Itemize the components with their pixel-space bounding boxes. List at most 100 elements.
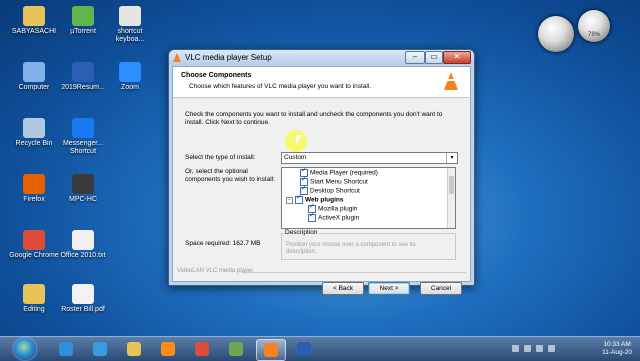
desktop-icon-label: Recycle Bin — [15, 140, 53, 147]
meter-value: 78% — [587, 32, 600, 38]
recycle-bin-icon — [23, 118, 45, 138]
taskbar-item[interactable] — [188, 339, 216, 359]
desktop-icon-1[interactable]: µTorrent — [57, 6, 109, 36]
install-type-label: Select the type of install: — [185, 154, 256, 161]
component-label: Desktop Shortcut — [310, 187, 360, 195]
wizard-body: Choose Components Choose which features … — [172, 66, 471, 295]
desktop-icon-label: MPC-HC — [69, 196, 97, 203]
start-button[interactable] — [14, 338, 36, 360]
chrome-icon — [23, 230, 45, 250]
taskbar-item[interactable] — [222, 339, 250, 359]
folder-icon — [127, 342, 141, 356]
cpu-meter-gadget[interactable] — [538, 16, 574, 52]
messenger-icon — [72, 118, 94, 138]
chevron-down-icon[interactable]: ▾ — [446, 153, 457, 163]
tray-arrow-icon[interactable] — [512, 345, 519, 352]
desktop-icon-label: Editing — [23, 306, 45, 313]
component-item[interactable]: Mozilla plugin — [308, 203, 357, 214]
minimize-button[interactable]: – — [405, 51, 425, 64]
space-required-label: Space required: 162.7 MB — [185, 240, 261, 247]
desktop-icon-4[interactable]: 2019Resum... — [57, 62, 109, 92]
close-button[interactable]: ✕ — [443, 51, 471, 64]
divider — [241, 272, 466, 273]
back-button[interactable]: < Back — [322, 282, 364, 295]
optional-components-label: Or, select the optional components you w… — [185, 168, 275, 183]
clock-date: 11-Aug-20 — [602, 349, 632, 356]
wizard-header: Choose Components Choose which features … — [173, 67, 470, 98]
component-checkbox[interactable] — [308, 212, 316, 222]
volume-icon[interactable] — [536, 345, 543, 352]
paint-icon — [229, 342, 243, 356]
desktop-icon-11[interactable]: Office 2010.txt — [57, 230, 109, 260]
component-item[interactable]: Media Player (required) — [300, 168, 378, 178]
components-tree[interactable]: Media Player (required)Start Menu Shortc… — [281, 167, 456, 229]
firefox-icon — [23, 174, 45, 194]
instructions-text: Check the components you want to install… — [185, 111, 443, 126]
desktop-icon-label: Computer — [18, 84, 50, 91]
desktop-icon-label: SABYASACHI — [11, 28, 57, 35]
page-title: Choose Components — [181, 72, 252, 79]
component-label: Start Menu Shortcut — [310, 178, 368, 186]
chrome-icon — [195, 342, 209, 356]
desktop-icon-label: Roster Bill.pdf — [61, 306, 105, 313]
title-bar[interactable]: VLC media player Setup – ▭ ✕ — [169, 50, 474, 65]
component-item[interactable]: ActiveX plugin — [308, 212, 360, 223]
ie-icon — [93, 342, 107, 356]
install-type-value: Custom — [284, 154, 307, 161]
media-player-icon — [161, 342, 175, 356]
desktop-icon-label: Messenger... Shortcut — [62, 140, 104, 155]
desktop-icon-13[interactable]: Roster Bill.pdf — [57, 284, 109, 314]
desktop-icon-9[interactable]: MPC-HC — [57, 174, 109, 204]
ram-meter-gadget[interactable]: 78% — [578, 10, 610, 42]
component-label: ActiveX plugin — [318, 214, 360, 222]
desktop-icon-0[interactable]: SABYASACHI — [8, 6, 60, 36]
desktop-icon-6[interactable]: Recycle Bin — [8, 118, 60, 148]
desktop-icon-label: shortcut keyboa... — [115, 28, 145, 43]
taskbar-item[interactable] — [256, 339, 286, 361]
network-icon[interactable] — [524, 345, 531, 352]
taskbar-item[interactable] — [52, 339, 80, 359]
mouse-cursor-icon — [296, 135, 302, 145]
component-item[interactable]: Start Menu Shortcut — [300, 176, 368, 187]
vlc-setup-window: VLC media player Setup – ▭ ✕ Choose Comp… — [168, 49, 475, 295]
tree-scrollbar[interactable] — [447, 168, 455, 228]
word-icon — [72, 62, 94, 82]
taskbar-item[interactable] — [290, 339, 318, 359]
description-text: Position your mouse over a component to … — [286, 242, 416, 255]
vlc-cone-icon — [444, 72, 458, 90]
desktop-icon-3[interactable]: Computer — [8, 62, 60, 92]
desktop-icon-label: µTorrent — [70, 28, 96, 35]
flag-icon[interactable] — [548, 345, 555, 352]
page-subtitle: Choose which features of VLC media playe… — [189, 83, 372, 90]
folder-icon — [23, 6, 45, 26]
text-file-icon — [72, 230, 94, 250]
collapse-icon[interactable]: − — [286, 196, 293, 204]
cancel-button[interactable]: Cancel — [420, 282, 462, 295]
desktop-icon-7[interactable]: Messenger... Shortcut — [57, 118, 109, 156]
mpc-icon — [72, 174, 94, 194]
install-type-select[interactable]: Custom ▾ — [281, 152, 458, 164]
description-title: Description — [284, 229, 319, 236]
clock[interactable]: 10:33 AM 11-Aug-20 — [602, 341, 632, 357]
desktop-icon-label: Zoom — [121, 84, 139, 91]
taskbar-item[interactable] — [120, 339, 148, 359]
description-box: Description Position your mouse over a c… — [281, 229, 456, 260]
document-icon — [119, 6, 141, 26]
component-item[interactable]: Desktop Shortcut — [300, 185, 360, 196]
desktop-icon-12[interactable]: Editing — [8, 284, 60, 314]
taskbar-item[interactable] — [154, 339, 182, 359]
taskbar: 10:33 AM 11-Aug-20 — [0, 336, 640, 361]
brand-label: VideoLAN VLC media player — [177, 268, 254, 274]
desktop-icon-2[interactable]: shortcut keyboa... — [104, 6, 156, 44]
desktop-icon-8[interactable]: Firefox — [8, 174, 60, 204]
component-checkbox[interactable] — [295, 194, 303, 204]
taskbar-item[interactable] — [86, 339, 114, 359]
desktop-icon-10[interactable]: Google Chrome — [8, 230, 60, 260]
desktop-icon-5[interactable]: Zoom — [104, 62, 156, 92]
zoom-icon — [119, 62, 141, 82]
desktop-icon-label: Office 2010.txt — [60, 252, 106, 259]
next-button[interactable]: Next > — [368, 282, 410, 295]
scrollbar-thumb[interactable] — [449, 176, 454, 194]
word-icon — [297, 342, 311, 356]
maximize-button[interactable]: ▭ — [425, 51, 443, 64]
